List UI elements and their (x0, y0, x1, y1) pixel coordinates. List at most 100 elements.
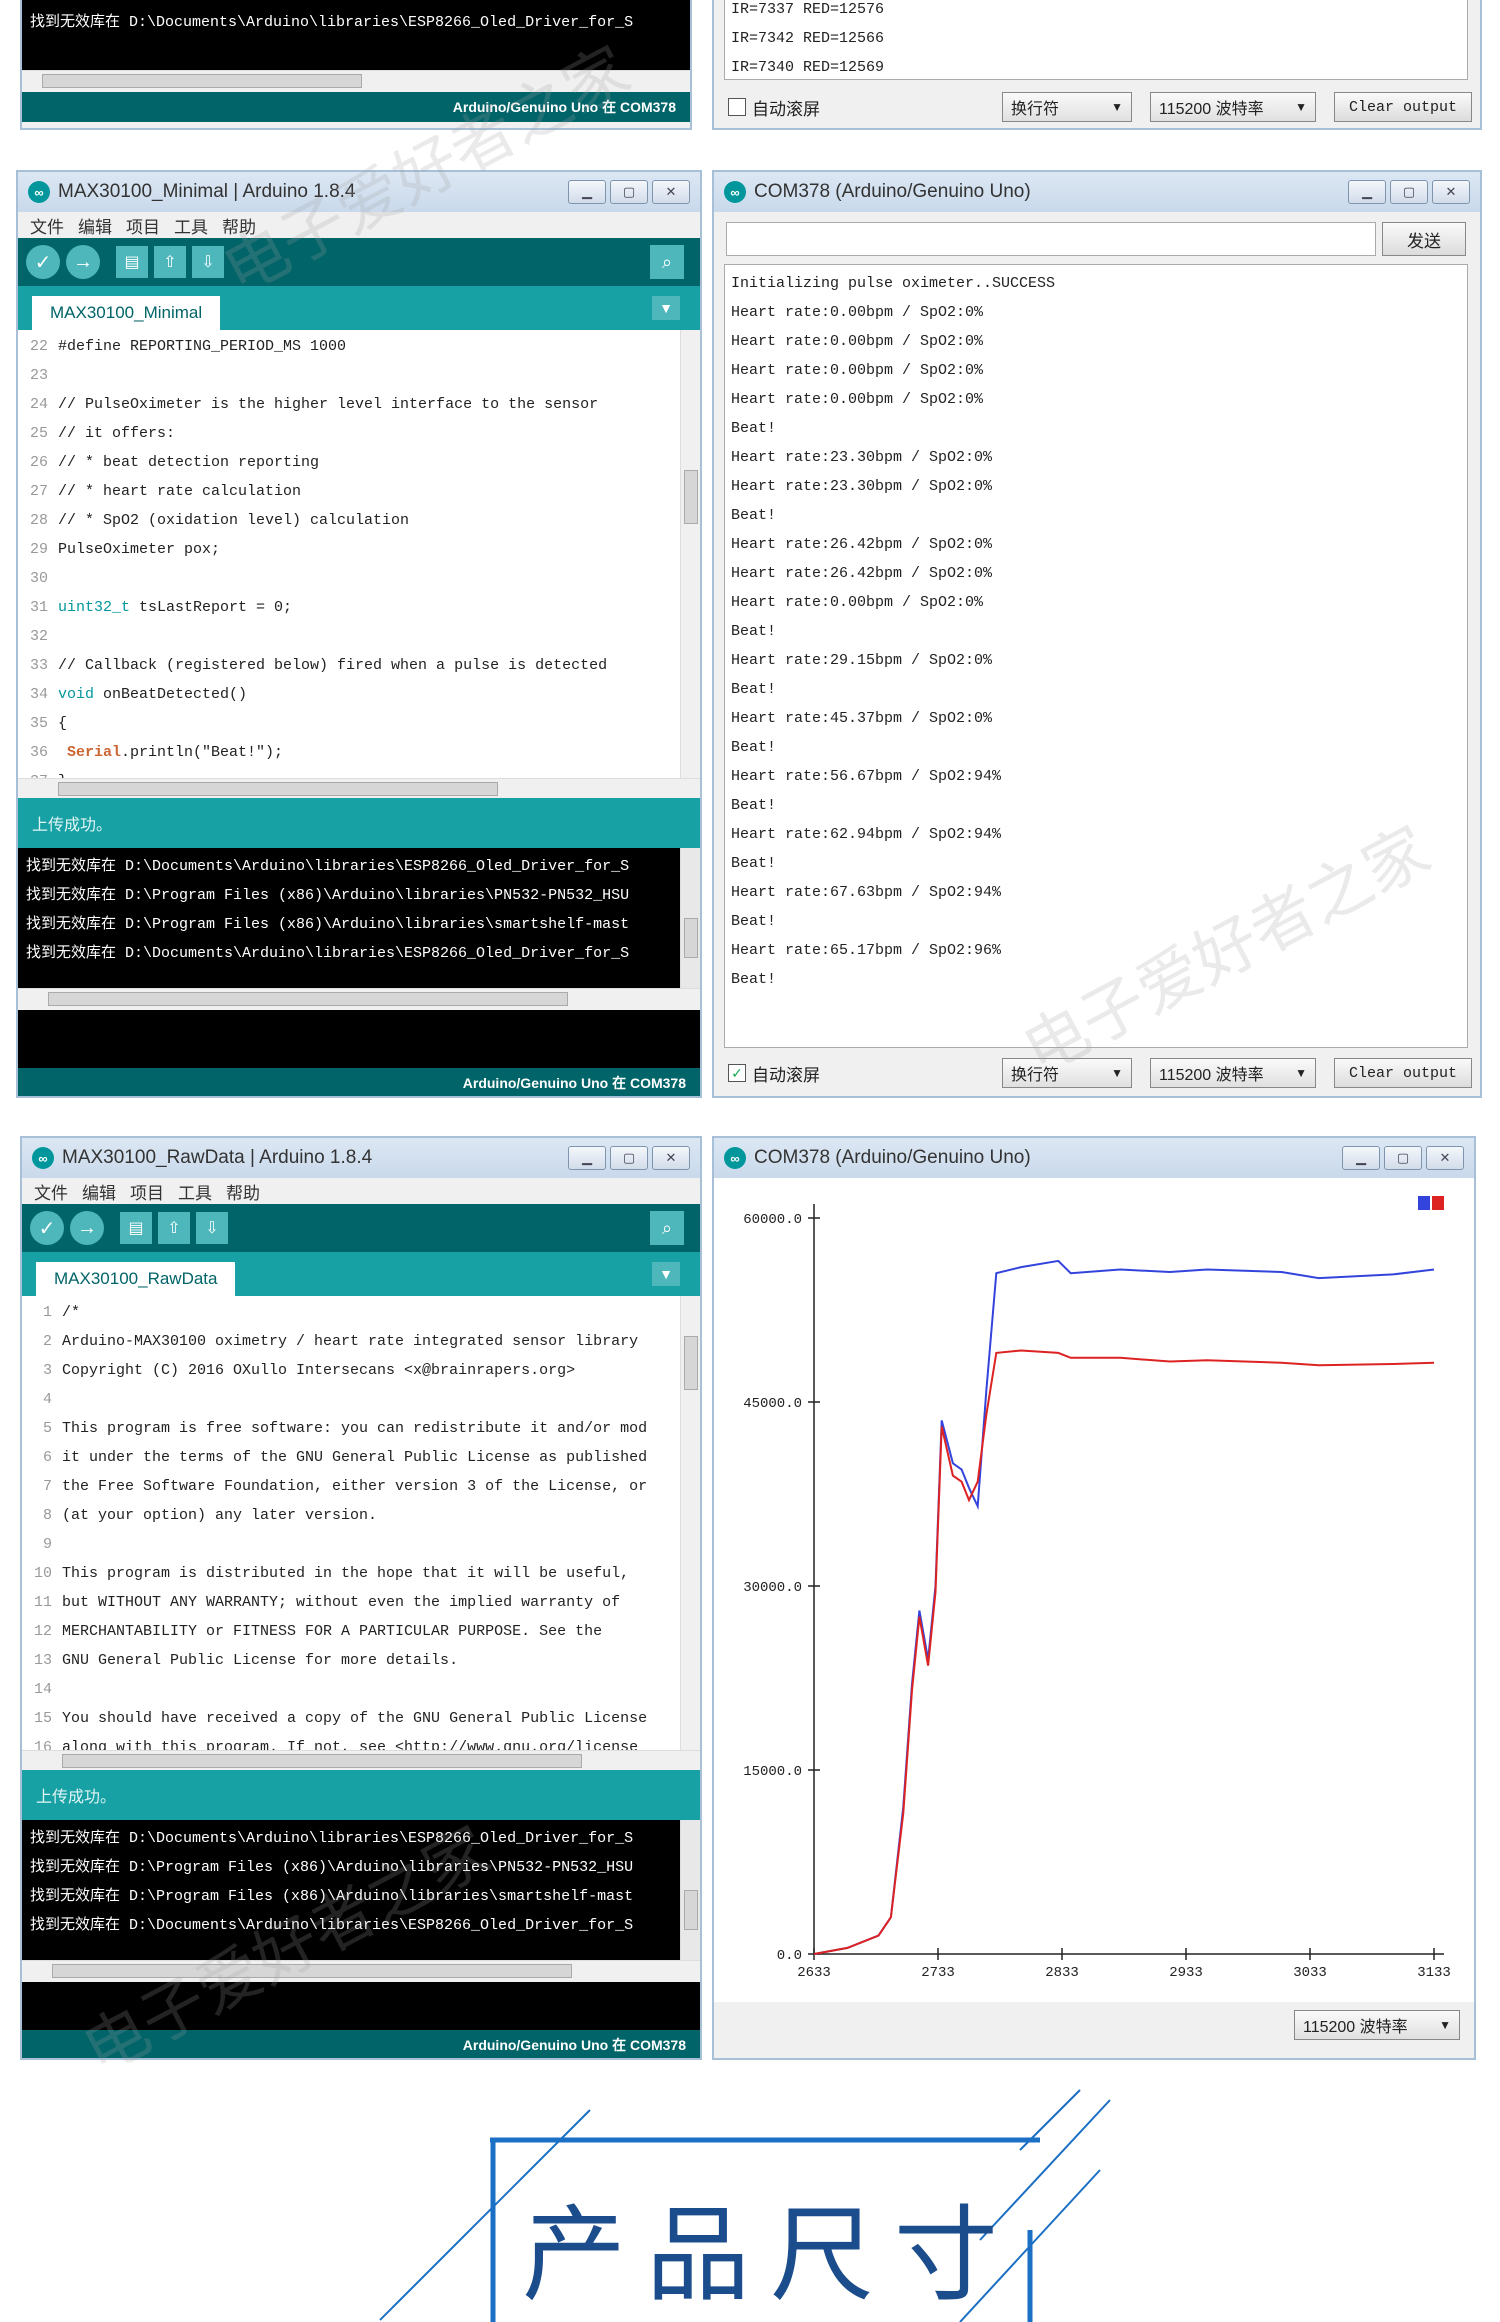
minimize-button[interactable]: ▁ (1348, 180, 1386, 204)
line-number: 13 (33, 1652, 52, 1669)
scroll-thumb[interactable] (684, 1336, 698, 1390)
menu-sketch[interactable]: 项目 (126, 213, 160, 238)
maximize-button[interactable]: ▢ (1390, 180, 1428, 204)
maximize-button[interactable]: ▢ (610, 180, 648, 204)
minimize-button[interactable]: ▁ (568, 180, 606, 204)
close-button[interactable]: ✕ (1426, 1146, 1464, 1170)
save-button[interactable]: ⇩ (192, 246, 224, 278)
upload-button[interactable]: → (66, 245, 100, 279)
minimize-button[interactable]: ▁ (1342, 1146, 1380, 1170)
serial-output: Initializing pulse oximeter..SUCCESS Hear… (724, 264, 1468, 1048)
tab-menu-button[interactable]: ▼ (652, 296, 680, 320)
serial-monitor-button[interactable]: ⌕ (650, 1211, 684, 1245)
menu-edit[interactable]: 编辑 (78, 213, 112, 238)
code-text: #define REPORTING_PERIOD_MS 1000 (58, 338, 347, 355)
line-number: 35 (29, 715, 48, 732)
scroll-thumb[interactable] (42, 74, 362, 88)
maximize-button[interactable]: ▢ (610, 1146, 648, 1170)
open-button[interactable]: ⇧ (158, 1212, 190, 1244)
code-text: Arduino-MAX30100 oximetry / heart rate i… (62, 1333, 639, 1350)
window-controls: ▁ ▢ ✕ (568, 1146, 690, 1170)
baud-select[interactable]: 115200 波特率 ▼ (1150, 1058, 1316, 1088)
editor-hscroll[interactable] (18, 778, 700, 798)
menu-tools[interactable]: 工具 (178, 1179, 212, 1204)
console-vscroll[interactable] (680, 1820, 700, 1960)
code-editor[interactable]: 16 along with this program. If not, see <… (22, 1296, 700, 1770)
save-button[interactable]: ⇩ (196, 1212, 228, 1244)
clear-output-button[interactable]: Clear output (1334, 1058, 1472, 1088)
scroll-thumb[interactable] (62, 1754, 582, 1768)
scroll-thumb[interactable] (58, 782, 498, 796)
editor-hscroll[interactable] (22, 1750, 700, 1770)
menu-file[interactable]: 文件 (34, 1179, 68, 1204)
line-number: 36 (29, 744, 48, 761)
tab-menu-button[interactable]: ▼ (652, 1262, 680, 1286)
console-line: 找到无效库在 D:\Program Files (x86)\Arduino\li… (30, 1888, 634, 1905)
autoscroll-checkbox[interactable]: ✓ (728, 1064, 746, 1082)
x-tick-label: 2633 (797, 1965, 831, 1981)
menu-help[interactable]: 帮助 (222, 213, 256, 238)
scroll-thumb[interactable] (684, 470, 698, 524)
line-ending-select[interactable]: 换行符 ▼ (1002, 92, 1132, 122)
serial-line: Heart rate:0.00bpm / SpO2:0% (731, 362, 984, 379)
send-button[interactable]: 发送 (1382, 222, 1466, 256)
minimize-button[interactable]: ▁ (568, 1146, 606, 1170)
line-number: 11 (33, 1594, 52, 1611)
serial-line: Heart rate:23.30bpm / SpO2:0% (731, 449, 993, 466)
close-button[interactable]: ✕ (652, 180, 690, 204)
maximize-button[interactable]: ▢ (1384, 1146, 1422, 1170)
line-ending-select[interactable]: 换行符 ▼ (1002, 1058, 1132, 1088)
verify-button[interactable]: ✓ (30, 1211, 64, 1245)
menu-edit[interactable]: 编辑 (82, 1179, 116, 1204)
editor-vscroll[interactable] (680, 1296, 700, 1750)
close-button[interactable]: ✕ (652, 1146, 690, 1170)
new-button[interactable]: ▤ (116, 246, 148, 278)
line-number: 34 (29, 686, 48, 703)
close-button[interactable]: ✕ (1432, 180, 1470, 204)
console-line: 找到无效库在 D:\Documents\Arduino\libraries\ES… (26, 945, 630, 962)
scroll-thumb[interactable] (684, 918, 698, 958)
menu-file[interactable]: 文件 (30, 213, 64, 238)
window-title: COM378 (Arduino/Genuino Uno) (754, 1147, 1031, 1168)
scroll-thumb[interactable] (48, 992, 568, 1006)
console-hscroll[interactable] (22, 1960, 700, 1982)
code-text: You should have received a copy of the G… (62, 1710, 648, 1727)
window-title: COM378 (Arduino/Genuino Uno) (754, 181, 1031, 202)
line-number: 2 (42, 1333, 52, 1350)
baud-select[interactable]: 115200 波特率 ▼ (1294, 2010, 1460, 2040)
verify-button[interactable]: ✓ (26, 245, 60, 279)
clear-output-button[interactable]: Clear output (1334, 92, 1472, 122)
tab-max30100-minimal[interactable]: MAX30100_Minimal (32, 296, 221, 330)
arrow-right-icon: → (77, 1216, 97, 1239)
code-line: 7 the Free Software Foundation, either ve… (22, 1472, 647, 1501)
menu-help[interactable]: 帮助 (226, 1179, 260, 1204)
console-vscroll[interactable] (680, 848, 700, 988)
serial-plot-chart: 60000.0 45000.0 30000.0 15000.0 0.02633 2733 2… (743, 1196, 1451, 1981)
menu-tools[interactable]: 工具 (174, 213, 208, 238)
autoscroll-checkbox[interactable] (728, 98, 746, 116)
magnifier-icon: ⌕ (661, 251, 673, 272)
open-button[interactable]: ⇧ (154, 246, 186, 278)
code-editor[interactable]: 37}36 Serial.println("Beat!");35{34void … (18, 330, 700, 798)
serial-line: Heart rate:26.42bpm / SpO2:0% (731, 536, 993, 553)
new-button[interactable]: ▤ (120, 1212, 152, 1244)
legend-swatch-red (1432, 1196, 1444, 1210)
serial-monitor-button[interactable]: ⌕ (650, 245, 684, 279)
console-hscroll[interactable] (18, 988, 700, 1010)
tab-max30100-rawdata[interactable]: MAX30100_RawData (36, 1262, 236, 1296)
scroll-thumb[interactable] (52, 1964, 572, 1978)
upload-button[interactable]: → (70, 1211, 104, 1245)
top-console-hscroll[interactable] (22, 70, 690, 90)
window-title: MAX30100_Minimal | Arduino 1.8.4 (58, 181, 356, 202)
console-line: 找到无效库在 D:\Documents\Arduino\libraries\ES… (26, 858, 630, 875)
title-bar: ∞ COM378 (Arduino/Genuino Uno) ▁ ▢ ✕ (714, 1138, 1474, 1178)
editor-vscroll[interactable] (680, 330, 700, 778)
serial-send-input[interactable] (726, 222, 1376, 256)
line-number: 14 (33, 1681, 52, 1698)
baud-select[interactable]: 115200 波特率 ▼ (1150, 92, 1316, 122)
tab-strip: MAX30100_RawData ▼ (22, 1252, 700, 1296)
code-text: GNU General Public License for more deta… (62, 1652, 459, 1669)
scroll-thumb[interactable] (684, 1890, 698, 1930)
menu-sketch[interactable]: 项目 (130, 1179, 164, 1204)
arrow-right-icon: → (73, 250, 93, 273)
